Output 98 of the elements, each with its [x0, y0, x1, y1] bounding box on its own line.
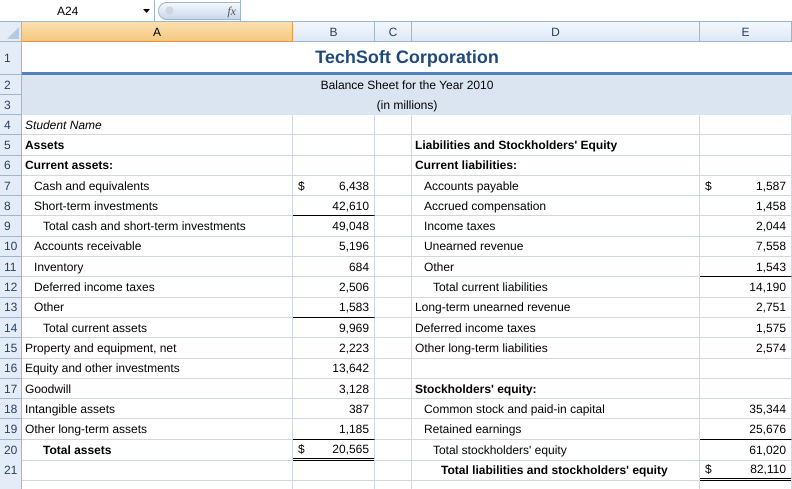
amount: 3,128	[338, 380, 369, 398]
amount: 387	[348, 400, 369, 418]
cell-label: Stockholders' equity:	[414, 380, 537, 398]
cell-label: Current liabilities:	[414, 157, 518, 174]
amount: 35,344	[749, 400, 786, 418]
cell-label: Student Name	[24, 116, 102, 134]
amount: 2,506	[338, 279, 369, 296]
row-header[interactable]: 8	[0, 196, 22, 216]
amount: 1,575	[756, 320, 786, 337]
cell-label: Goodwill	[24, 380, 72, 398]
band-text: Balance Sheet for the Year 2010	[320, 77, 494, 94]
amount: 684	[348, 258, 369, 276]
amount: 25,676	[749, 421, 786, 438]
circle-icon	[165, 6, 174, 15]
insert-function-button[interactable]: fx	[227, 2, 236, 20]
row-header[interactable]: 17	[0, 378, 22, 400]
cell-label: Short-term investments	[33, 198, 158, 215]
amount: 61,020	[749, 442, 786, 459]
row-header[interactable]: 2	[0, 75, 22, 95]
column-header[interactable]: C	[375, 22, 412, 42]
amount: 82,110	[750, 461, 786, 478]
cell-label: Current assets:	[24, 157, 114, 174]
cell-label: Deferred income taxes	[33, 279, 155, 296]
band-text: (in millions)	[376, 97, 438, 114]
cell-label: Accounts receivable	[33, 238, 142, 256]
column-header[interactable]: A	[22, 22, 293, 42]
sheet-title: TechSoft Corporation	[315, 46, 499, 69]
cell-label: Accrued compensation	[423, 198, 546, 215]
row-header[interactable]: 15	[0, 338, 22, 359]
row-header[interactable]: 19	[0, 419, 22, 440]
cell-label: Total current liabilities	[432, 279, 548, 296]
row-header[interactable]: 10	[0, 236, 22, 258]
cell-label: Retained earnings	[423, 421, 522, 438]
cell-label: Total stockholders' equity	[432, 442, 567, 459]
cell-label: Assets	[24, 136, 64, 154]
row-header[interactable]: 20	[0, 440, 22, 461]
amount: 14,190	[749, 279, 786, 296]
amount: 20,565	[332, 440, 369, 458]
row-header[interactable]: 16	[0, 358, 22, 379]
cell-label: Long-term unearned revenue	[414, 299, 570, 316]
amount: 6,438	[338, 178, 369, 195]
amount: 1,583	[338, 299, 369, 316]
row-header[interactable]	[0, 480, 22, 489]
row-header[interactable]: 6	[0, 156, 22, 176]
row-header[interactable]: 3	[0, 95, 22, 115]
amount: 1,458	[756, 198, 786, 215]
cell-label: Liabilities and Stockholders' Equity	[414, 136, 618, 154]
cell-label: Deferred income taxes	[414, 320, 536, 337]
amount: 1,185	[338, 421, 369, 438]
cell-label: Other long-term liabilities	[414, 340, 548, 357]
row-header[interactable]: 7	[0, 176, 22, 196]
amount: 49,048	[332, 218, 369, 236]
row-header[interactable]: 11	[0, 257, 22, 278]
column-header[interactable]: E	[700, 22, 792, 42]
cell-label: Unearned revenue	[423, 238, 524, 256]
cell-label: Total assets	[42, 442, 112, 459]
select-all-icon[interactable]	[7, 27, 19, 39]
cell-label: Income taxes	[423, 218, 496, 236]
currency-symbol: $	[298, 178, 305, 195]
amount: 42,610	[332, 198, 369, 215]
row-header[interactable]: 4	[0, 115, 22, 136]
amount: 2,223	[338, 340, 369, 357]
cell-label: Cash and equivalents	[33, 178, 150, 195]
row-header[interactable]: 18	[0, 399, 22, 420]
cell-label: Total cash and short-term investments	[42, 218, 246, 236]
amount: 2,044	[756, 218, 786, 236]
row-header[interactable]: 12	[0, 277, 22, 298]
row-header[interactable]: 14	[0, 318, 22, 338]
dropdown-icon[interactable]	[143, 8, 150, 12]
cell-label: Inventory	[33, 258, 84, 276]
amount: 2,574	[756, 340, 786, 357]
amount: 2,751	[756, 299, 786, 316]
currency-symbol: $	[705, 461, 712, 478]
cell-label: Total liabilities and stockholders' equity	[440, 462, 668, 480]
currency-symbol: $	[705, 178, 712, 195]
amount: 1,587	[756, 178, 786, 195]
cell-label: Common stock and paid-in capital	[423, 400, 605, 418]
currency-symbol: $	[298, 440, 305, 458]
amount: 1,543	[756, 258, 786, 276]
row-header[interactable]: 1	[0, 42, 22, 75]
column-header[interactable]: D	[412, 22, 700, 42]
cell-label: Other	[423, 258, 454, 276]
column-header[interactable]: B	[293, 22, 375, 42]
amount: 7,558	[756, 238, 786, 256]
cell-label: Total current assets	[42, 320, 148, 337]
cell-label: Equity and other investments	[24, 360, 180, 378]
row-header[interactable]: 21	[0, 460, 22, 482]
cell-label: Accounts payable	[423, 178, 519, 195]
cell-label: Other long-term assets	[24, 421, 148, 438]
amount: 5,196	[338, 238, 369, 256]
amount: 9,969	[338, 320, 369, 337]
row-header[interactable]: 5	[0, 135, 22, 156]
row-header[interactable]: 13	[0, 298, 22, 318]
amount: 13,642	[332, 360, 369, 378]
row-header[interactable]: 9	[0, 216, 22, 237]
cell-label: Intangible assets	[24, 400, 116, 418]
cell-label: Other	[33, 299, 64, 316]
cell-label: Property and equipment, net	[24, 340, 176, 357]
